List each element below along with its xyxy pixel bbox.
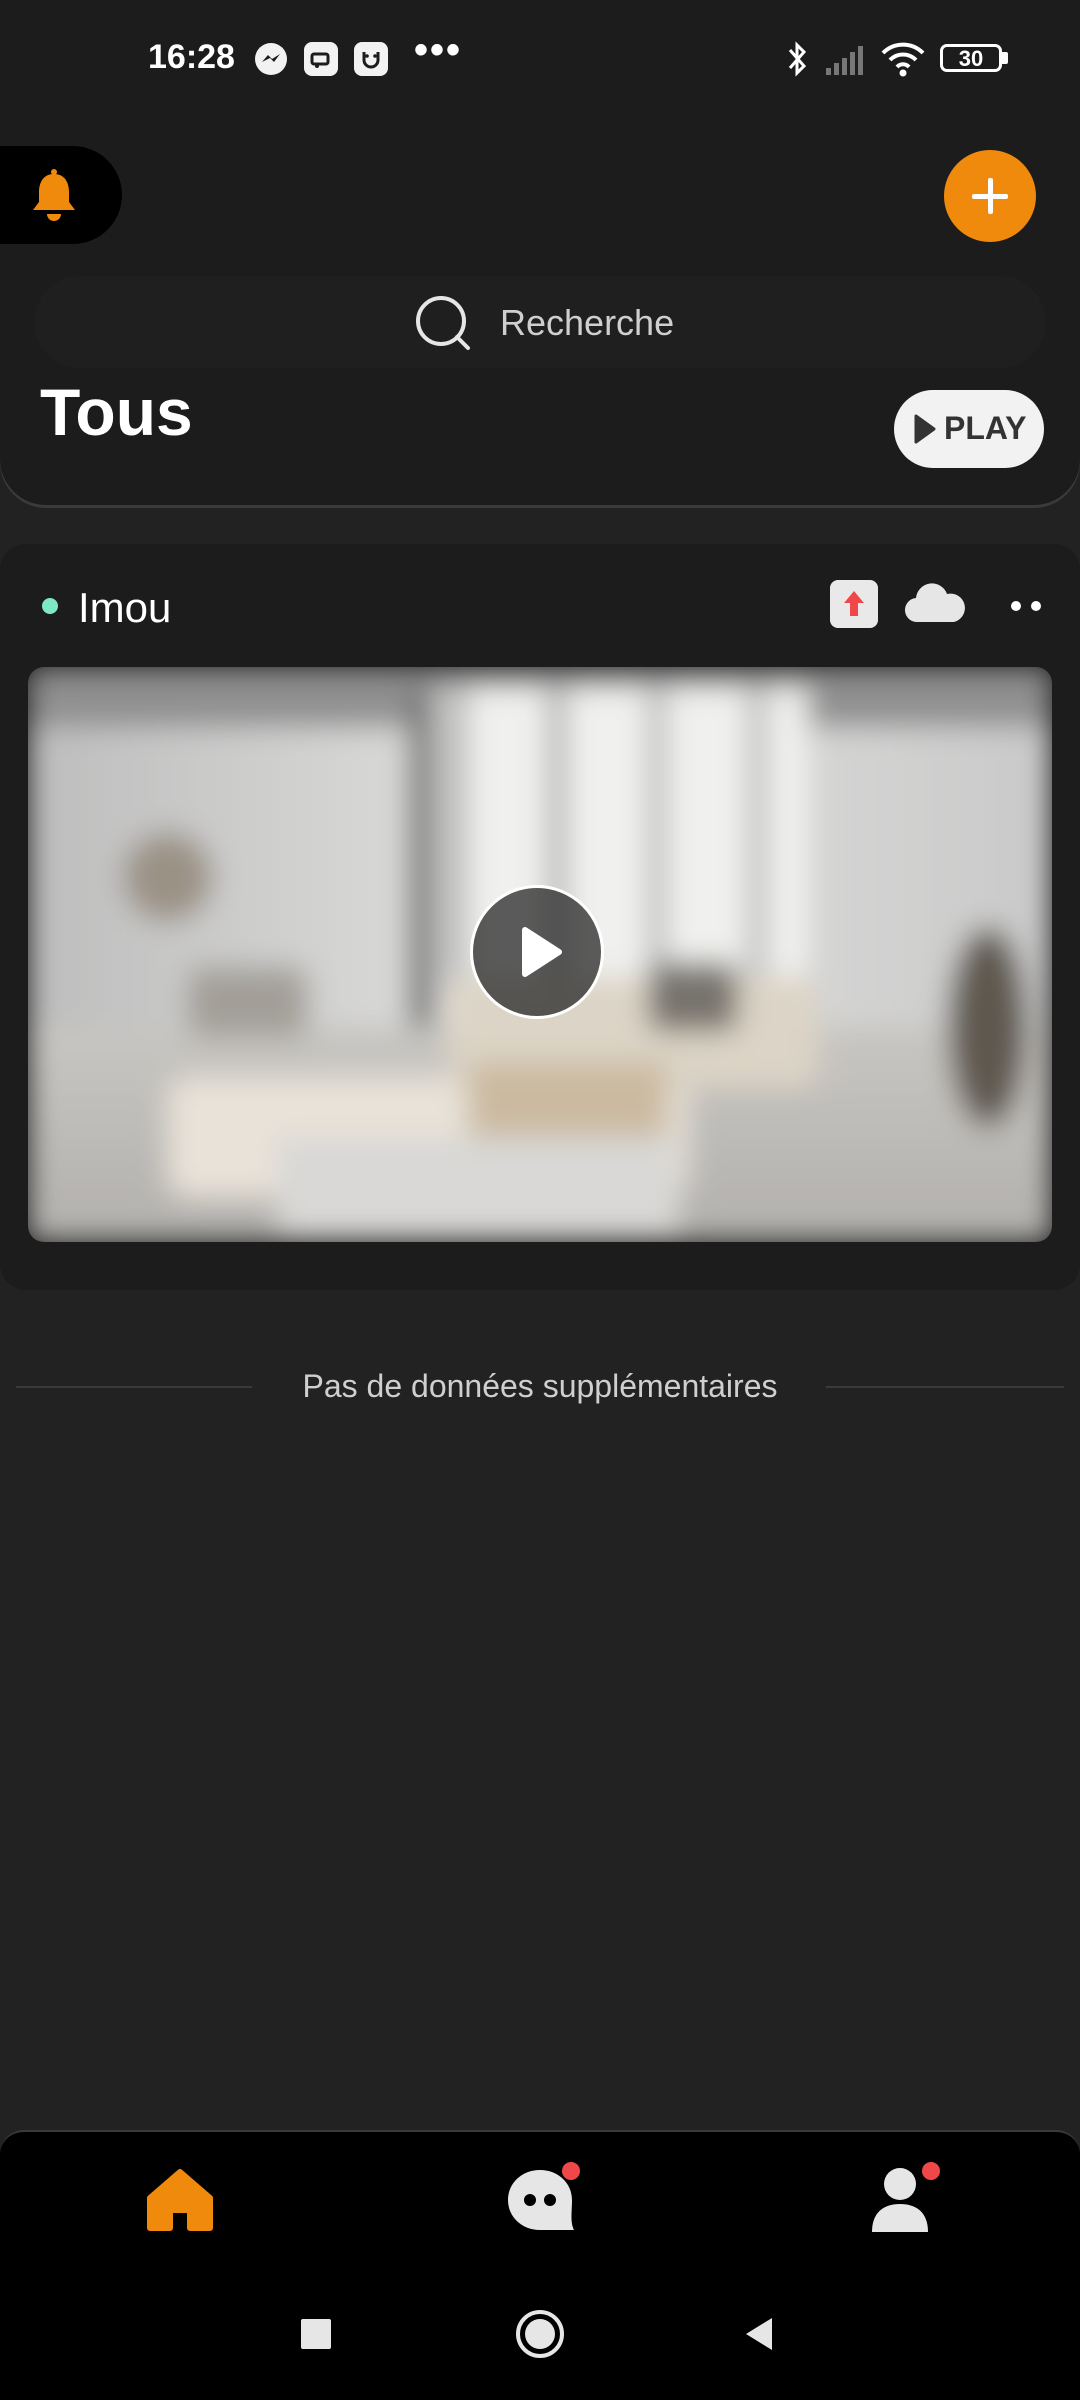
bell-icon bbox=[33, 169, 75, 221]
add-device-button[interactable] bbox=[944, 150, 1036, 242]
online-status-dot bbox=[42, 598, 58, 614]
app-notification-icon bbox=[304, 42, 338, 76]
square-icon bbox=[301, 2319, 331, 2349]
battery-icon: 30 bbox=[940, 44, 1002, 72]
status-bar: 16:28 ••• 30 bbox=[0, 0, 1080, 120]
back-triangle-icon bbox=[746, 2318, 772, 2350]
plus-icon bbox=[972, 178, 1008, 214]
home-icon bbox=[147, 2169, 213, 2231]
no-more-data-label: Pas de données supplémentaires bbox=[302, 1368, 778, 1404]
profile-badge bbox=[922, 2162, 940, 2180]
home-nav-button[interactable] bbox=[512, 2306, 568, 2362]
play-button[interactable]: PLAY bbox=[894, 390, 1044, 468]
recents-button[interactable] bbox=[288, 2306, 344, 2362]
notifications-button[interactable] bbox=[0, 146, 122, 244]
imou-notification-icon bbox=[354, 42, 388, 76]
play-icon bbox=[914, 414, 936, 444]
wifi-icon bbox=[881, 42, 925, 77]
messages-badge bbox=[562, 2162, 580, 2180]
bluetooth-icon bbox=[788, 41, 807, 77]
search-icon bbox=[416, 296, 470, 350]
cloud-icon[interactable] bbox=[904, 580, 966, 628]
more-notifications-icon: ••• bbox=[414, 28, 463, 72]
preview-play-button[interactable] bbox=[470, 885, 604, 1019]
play-icon bbox=[522, 927, 562, 977]
upgrade-icon[interactable] bbox=[830, 580, 878, 628]
messenger-icon bbox=[255, 43, 287, 75]
battery-level: 30 bbox=[958, 46, 984, 71]
more-options-icon[interactable] bbox=[1008, 598, 1048, 614]
device-name[interactable]: Imou bbox=[78, 584, 171, 632]
search-placeholder: Recherche bbox=[500, 302, 675, 343]
status-time: 16:28 bbox=[148, 38, 235, 76]
page-title: Tous bbox=[40, 375, 193, 449]
back-button[interactable] bbox=[732, 2306, 788, 2362]
play-label: PLAY bbox=[944, 410, 1027, 446]
signal-icon bbox=[826, 46, 863, 75]
battery-cap bbox=[1002, 52, 1008, 64]
tab-home[interactable] bbox=[140, 2160, 220, 2240]
circle-icon bbox=[516, 2310, 564, 2358]
